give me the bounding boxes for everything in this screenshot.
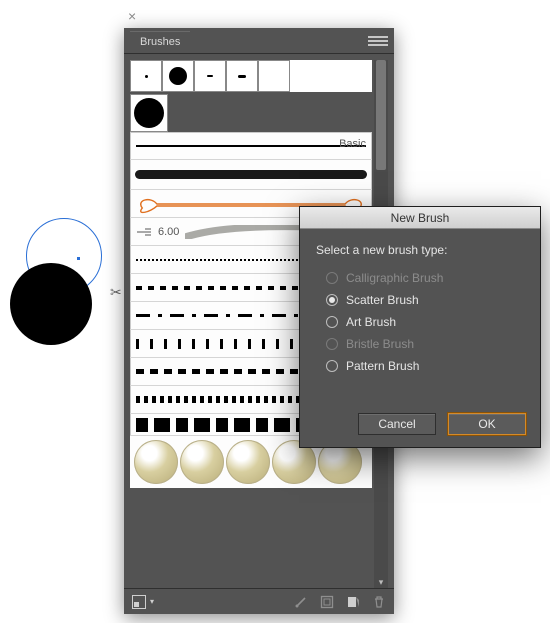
scrollbar-thumb[interactable]: [376, 60, 386, 170]
panel-collapse-icon[interactable]: ×: [128, 8, 136, 24]
option-calligraphic-brush: Calligraphic Brush: [316, 267, 524, 289]
brush-libraries-icon[interactable]: [132, 595, 146, 609]
radio-icon[interactable]: [326, 316, 338, 328]
option-label: Art Brush: [346, 315, 396, 329]
option-art-brush[interactable]: Art Brush: [316, 311, 524, 333]
brush-sphere[interactable]: [226, 440, 270, 484]
panel-tab-brushes[interactable]: Brushes: [130, 31, 190, 50]
panel-footer: ▾: [124, 588, 394, 614]
cancel-button[interactable]: Cancel: [358, 413, 436, 435]
dialog-prompt: Select a new brush type:: [316, 243, 524, 257]
scrollbar-down-icon[interactable]: ▾: [376, 576, 386, 588]
remove-stroke-icon[interactable]: [294, 595, 308, 609]
brush-swatch[interactable]: [258, 60, 290, 92]
option-bristle-brush: Bristle Brush: [316, 333, 524, 355]
calligraphic-swatch-row: [130, 60, 372, 92]
brush-swatch[interactable]: [130, 60, 162, 92]
bristle-icon: [136, 227, 152, 237]
option-label: Bristle Brush: [346, 337, 414, 351]
new-brush-dialog: New Brush Select a new brush type: Calli…: [299, 206, 541, 448]
bristle-value: 6.00: [158, 226, 179, 238]
brush-label-basic: Basic: [339, 138, 366, 150]
options-icon[interactable]: [320, 595, 334, 609]
brush-item-chalk[interactable]: [130, 160, 372, 190]
option-label: Calligraphic Brush: [346, 271, 443, 285]
radio-icon: [326, 338, 338, 350]
ok-button[interactable]: OK: [448, 413, 526, 435]
radio-icon[interactable]: [326, 360, 338, 372]
radio-icon: [326, 272, 338, 284]
brush-sphere[interactable]: [134, 440, 178, 484]
option-scatter-brush[interactable]: Scatter Brush: [316, 289, 524, 311]
chevron-down-icon[interactable]: ▾: [150, 597, 154, 606]
option-label: Scatter Brush: [346, 293, 419, 307]
brush-item-basic[interactable]: Basic: [130, 132, 372, 160]
new-brush-icon[interactable]: [346, 595, 360, 609]
brush-swatch-large[interactable]: [130, 94, 168, 132]
canvas-circle-black[interactable]: [10, 263, 92, 345]
anchor-point: [77, 257, 80, 260]
brush-sphere[interactable]: [180, 440, 224, 484]
brush-swatch[interactable]: [162, 60, 194, 92]
option-label: Pattern Brush: [346, 359, 419, 373]
brush-swatch[interactable]: [226, 60, 258, 92]
panel-menu-icon[interactable]: [368, 34, 388, 48]
panel-header: Brushes: [124, 28, 394, 54]
dialog-title: New Brush: [300, 207, 540, 229]
brush-swatch[interactable]: [194, 60, 226, 92]
radio-icon[interactable]: [326, 294, 338, 306]
delete-brush-icon[interactable]: [372, 595, 386, 609]
option-pattern-brush[interactable]: Pattern Brush: [316, 355, 524, 377]
